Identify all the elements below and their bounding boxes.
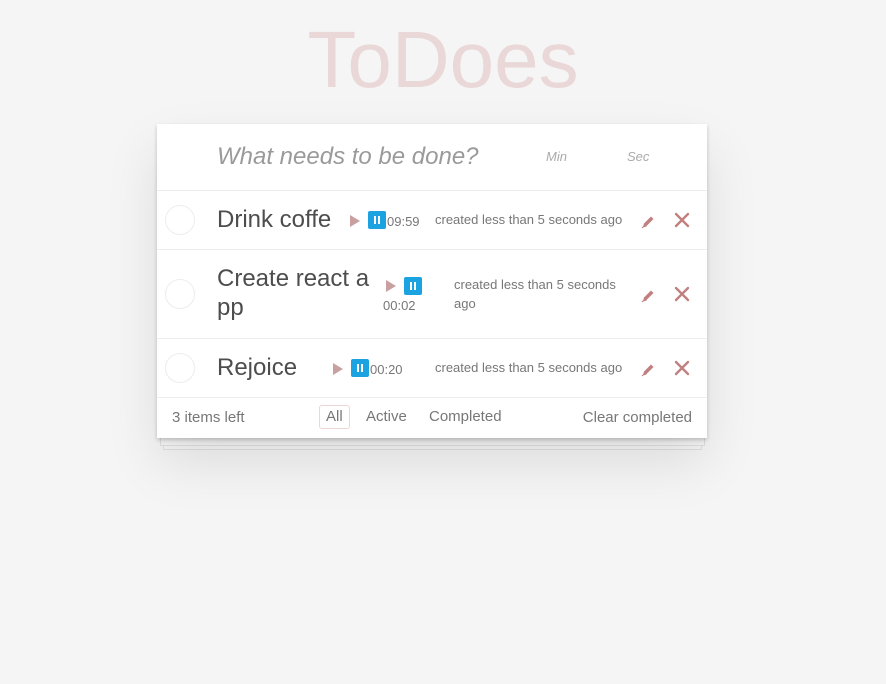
pause-icon[interactable] <box>404 277 422 295</box>
todo-title[interactable]: Rejoice <box>217 353 297 382</box>
pause-icon[interactable] <box>368 211 386 229</box>
seconds-input[interactable]: Sec <box>627 149 649 164</box>
todo-timer: 09:59 <box>387 214 420 229</box>
toggle-checkbox[interactable] <box>165 279 195 309</box>
footer: 3 items left All Active Completed Clear … <box>157 398 707 438</box>
play-icon[interactable] <box>386 280 396 292</box>
pause-icon[interactable] <box>351 359 369 377</box>
toggle-checkbox[interactable] <box>165 205 195 235</box>
todo-timer: 00:20 <box>370 362 403 377</box>
play-icon[interactable] <box>333 363 343 375</box>
todo-created: created less than 5 seconds ago <box>454 275 624 313</box>
todo-created: created less than 5 seconds ago <box>435 360 623 375</box>
todo-created-line: created less than 5 seconds <box>454 277 616 292</box>
todo-item: Create react a pp 00:02 created less tha… <box>157 250 707 339</box>
todo-created-line: ago <box>454 296 476 311</box>
todo-title[interactable]: Create react a pp <box>217 264 369 322</box>
new-todo-input[interactable]: What needs to be done? <box>217 143 479 171</box>
play-icon[interactable] <box>350 215 360 227</box>
todo-title-line: pp <box>217 294 244 321</box>
toggle-checkbox[interactable] <box>165 353 195 383</box>
todo-app: What needs to be done? Min Sec Drink cof… <box>157 124 707 438</box>
minutes-input[interactable]: Min <box>546 149 567 164</box>
todo-item: Drink coffe 09:59 created less than 5 se… <box>157 191 707 250</box>
app-title: ToDoes <box>307 15 579 104</box>
clear-completed-button[interactable]: Clear completed <box>583 409 692 426</box>
pencil-icon[interactable] <box>640 214 656 230</box>
todo-title-line: Create react a <box>217 265 370 292</box>
todo-timer: 00:02 <box>383 298 416 313</box>
pencil-icon[interactable] <box>640 362 656 378</box>
close-icon[interactable] <box>673 211 691 229</box>
todo-item: Rejoice 00:20 created less than 5 second… <box>157 339 707 398</box>
close-icon[interactable] <box>673 285 691 303</box>
header: What needs to be done? Min Sec <box>157 124 707 191</box>
todo-title[interactable]: Drink coffe <box>217 205 331 234</box>
filter-completed[interactable]: Completed <box>422 405 509 429</box>
filter-all[interactable]: All <box>319 405 350 429</box>
todo-created: created less than 5 seconds ago <box>435 212 623 227</box>
filter-active[interactable]: Active <box>359 405 414 429</box>
stack-decoration <box>160 438 705 446</box>
pencil-icon[interactable] <box>640 288 656 304</box>
close-icon[interactable] <box>673 359 691 377</box>
items-left-count: 3 items left <box>172 409 245 426</box>
